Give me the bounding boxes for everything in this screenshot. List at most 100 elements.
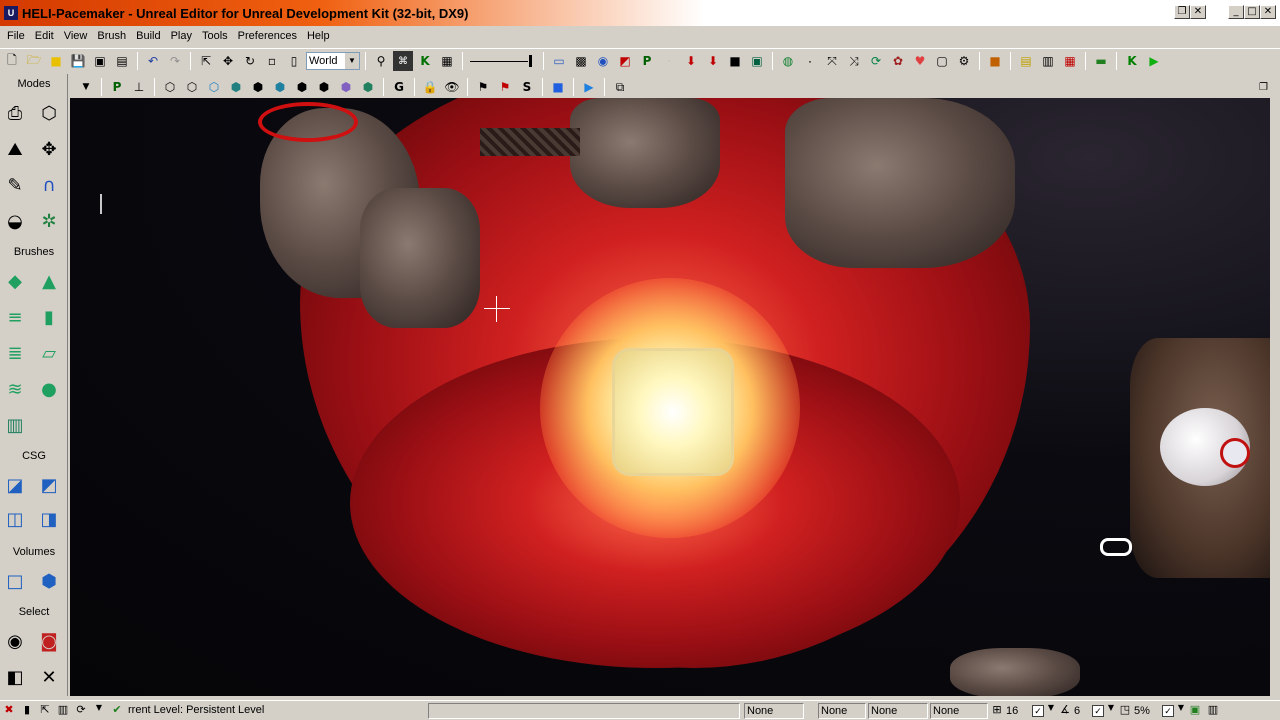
arrows-in-icon[interactable]: ⤨: [844, 51, 864, 71]
mesh-paint-icon[interactable]: ▣: [747, 51, 767, 71]
actor-filter-red-icon[interactable]: ⚑: [495, 77, 515, 97]
csg-add-icon[interactable]: ◪: [0, 470, 30, 500]
linear-stairs-icon[interactable]: ≣: [0, 338, 30, 368]
light-complexity-icon[interactable]: ⬢: [292, 77, 312, 97]
memory-icon[interactable]: ▥: [1204, 703, 1222, 719]
viewport-menu-chevron-icon[interactable]: ▼: [76, 77, 96, 97]
eye-icon[interactable]: 👁: [442, 77, 462, 97]
wireframe-icon[interactable]: ⬡: [182, 77, 202, 97]
download-icon[interactable]: ⬇: [681, 51, 701, 71]
texture-density-icon[interactable]: ⬢: [314, 77, 334, 97]
volume-cube-icon[interactable]: ⬢: [34, 566, 64, 596]
folder-open-icon[interactable]: ▤: [1016, 51, 1036, 71]
status-red-icon[interactable]: ✖: [0, 703, 18, 719]
status-level-icon[interactable]: ▮: [18, 703, 36, 719]
translate-icon[interactable]: ✥: [218, 51, 238, 71]
camera-speed-icon[interactable]: ⧉: [610, 77, 630, 97]
landscape-icon[interactable]: ✿: [888, 51, 908, 71]
stairs-brush-icon[interactable]: ≡: [0, 302, 30, 332]
hide-selected-icon[interactable]: ◙: [34, 626, 64, 656]
lightmap-density-icon[interactable]: ⬢: [358, 77, 378, 97]
content-browser-icon[interactable]: ⌘: [393, 51, 413, 71]
status-check-icon[interactable]: ✔: [108, 703, 126, 719]
folder-icon[interactable]: ■: [46, 51, 66, 71]
menu-edit[interactable]: Edit: [30, 30, 59, 42]
build-all-icon[interactable]: P: [637, 51, 657, 71]
stop-icon[interactable]: ■: [548, 77, 568, 97]
cylinder-brush-icon[interactable]: ▮: [34, 302, 64, 332]
add-volume-icon[interactable]: □: [0, 566, 30, 596]
menu-play[interactable]: Play: [166, 30, 197, 42]
csg-intersect-icon[interactable]: ◫: [0, 504, 30, 534]
globe-icon[interactable]: ◍: [778, 51, 798, 71]
play-viewport-icon[interactable]: ▶: [579, 77, 599, 97]
save-all-icon[interactable]: ▣: [90, 51, 110, 71]
cone-brush-icon[interactable]: ▲: [34, 266, 64, 296]
lock-icon[interactable]: 🔒: [420, 77, 440, 97]
menu-preferences[interactable]: Preferences: [233, 30, 302, 42]
list-icon[interactable]: ▥: [1038, 51, 1058, 71]
detail-lighting-icon[interactable]: ⬢: [248, 77, 268, 97]
close-button[interactable]: ✕: [1260, 5, 1276, 19]
open-icon[interactable]: 🗁: [24, 51, 44, 71]
status-grid-icon[interactable]: ▥: [54, 703, 72, 719]
shader-complexity-icon[interactable]: ⬢: [336, 77, 356, 97]
foliage-mode-icon[interactable]: ✲: [34, 206, 64, 236]
undo-icon[interactable]: ↶: [143, 51, 163, 71]
realtime-p-icon[interactable]: P: [107, 77, 127, 97]
texture-align-icon[interactable]: ✎: [0, 170, 30, 200]
build-geometry-icon[interactable]: ▭: [549, 51, 569, 71]
new-icon[interactable]: 🗋: [2, 51, 22, 71]
redo-icon[interactable]: ↷: [165, 51, 185, 71]
menu-help[interactable]: Help: [302, 30, 335, 42]
status-cursor-icon[interactable]: ⇱: [36, 703, 54, 719]
csg-subtract-icon[interactable]: ◩: [34, 470, 64, 500]
menu-tools[interactable]: Tools: [197, 30, 233, 42]
non-uniform-scale-icon[interactable]: ▯: [284, 51, 304, 71]
autosave-icon[interactable]: ▣: [1186, 703, 1204, 719]
play-in-editor-k-icon[interactable]: K: [1122, 51, 1142, 71]
movie-icon[interactable]: ▦: [1060, 51, 1080, 71]
save-icon[interactable]: 💾: [68, 51, 88, 71]
lighting-only-icon[interactable]: ⬢: [270, 77, 290, 97]
sheet-brush-icon[interactable]: ▱: [34, 338, 64, 368]
mdi-close-icon[interactable]: ✕: [1190, 5, 1206, 19]
move-mode-icon[interactable]: ✥: [34, 134, 64, 164]
actor-filter-icon[interactable]: ⚑: [473, 77, 493, 97]
matinee-icon[interactable]: ▦: [437, 51, 457, 71]
volumetric-brush-icon[interactable]: ▥: [0, 410, 30, 440]
console-icon[interactable]: ▬: [1091, 51, 1111, 71]
landscape-mode-icon[interactable]: ◒: [0, 206, 30, 236]
menu-build[interactable]: Build: [131, 30, 165, 42]
terrain-mode-icon[interactable]: ⛰: [0, 134, 30, 164]
minimize-button[interactable]: _: [1228, 5, 1244, 19]
find-actor-icon[interactable]: ⚲: [371, 51, 391, 71]
maximize-button[interactable]: □: [1244, 5, 1260, 19]
build-cover-icon[interactable]: ◩: [615, 51, 635, 71]
grid-snap-checkbox[interactable]: ✓: [1032, 704, 1044, 717]
drag-grid-slider[interactable]: [468, 52, 538, 70]
csg-deintersect-icon[interactable]: ◨: [34, 504, 64, 534]
coordinate-system-select[interactable]: World ▼: [306, 52, 360, 70]
invert-selection-icon[interactable]: ◧: [0, 662, 30, 692]
sphere-brush-icon[interactable]: ●: [34, 374, 64, 404]
select-cursor-icon[interactable]: ⇱: [196, 51, 216, 71]
monitor-icon[interactable]: ▢: [932, 51, 952, 71]
package-icon[interactable]: ■: [985, 51, 1005, 71]
rotation-dropdown-icon[interactable]: ▼: [1106, 703, 1116, 719]
status-spinner-icon[interactable]: ⟳: [72, 703, 90, 719]
menu-file[interactable]: File: [2, 30, 30, 42]
build-lighting-icon[interactable]: ▩: [571, 51, 591, 71]
streaming-s-icon[interactable]: S: [517, 77, 537, 97]
arrows-out-icon[interactable]: ⤧: [822, 51, 842, 71]
filler-icon[interactable]: ·: [659, 51, 679, 71]
mesh-paint-mode-icon[interactable]: ∩: [34, 170, 64, 200]
spiral-stairs-icon[interactable]: ≋: [0, 374, 30, 404]
idea-icon[interactable]: ♥: [910, 51, 930, 71]
build-paths-icon[interactable]: ◉: [593, 51, 613, 71]
dark-square-icon[interactable]: ■: [725, 51, 745, 71]
gear-icon[interactable]: ⚙: [954, 51, 974, 71]
grid-dropdown-icon[interactable]: ▼: [1046, 703, 1056, 719]
lit-icon[interactable]: ⬢: [226, 77, 246, 97]
perspective-icon[interactable]: ⊥: [129, 77, 149, 97]
